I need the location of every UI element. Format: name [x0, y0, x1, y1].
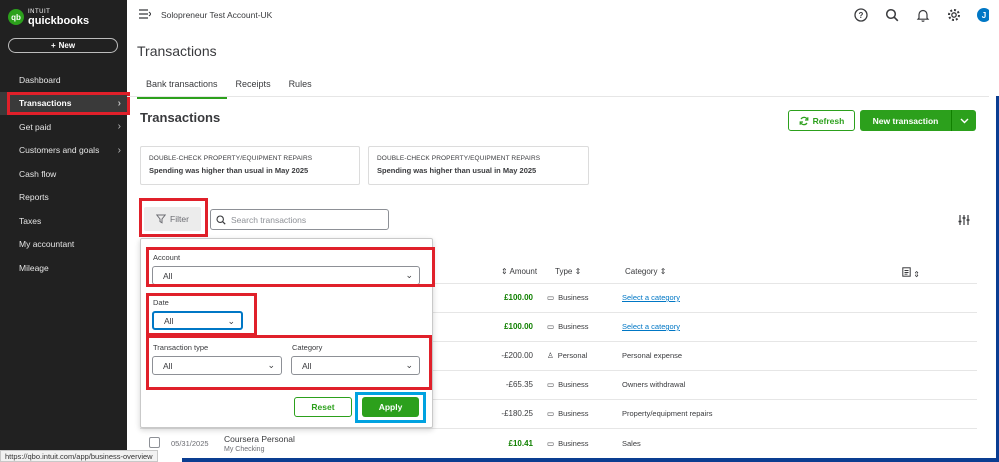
insight-card-subtitle: Spending was higher than usual in May 20…: [149, 166, 309, 175]
row-type: ▭ Business: [547, 380, 589, 389]
row-account: My Checking: [224, 446, 265, 453]
qb-logo-icon: qb: [8, 9, 24, 25]
chevron-right-icon: ›: [117, 121, 121, 132]
sidebar-item-my-accountant[interactable]: My accountant: [0, 233, 127, 257]
select-category-link[interactable]: Select a category: [622, 322, 680, 331]
column-header-amount[interactable]: ⇕ Amount: [501, 267, 537, 276]
top-bar: Solopreneur Test Account-UK ? J: [127, 0, 999, 32]
table-settings-icon[interactable]: [958, 214, 970, 229]
insight-card-title: DOUBLE-CHECK PROPERTY/EQUIPMENT REPAIRS: [149, 155, 313, 162]
row-description: Coursera Personal: [224, 434, 295, 444]
sort-icon: ⇕: [657, 267, 667, 276]
insight-card-title: DOUBLE-CHECK PROPERTY/EQUIPMENT REPAIRS: [377, 155, 541, 162]
sort-icon: ⇕: [913, 270, 920, 279]
tabs-divider: [127, 96, 989, 97]
briefcase-icon: ▭: [547, 409, 555, 418]
account-highlight: [146, 247, 435, 287]
sidebar-item-reports[interactable]: Reports: [0, 186, 127, 210]
new-button[interactable]: + New: [8, 38, 118, 53]
row-amount: £100.00: [504, 322, 533, 331]
briefcase-icon: ▭: [547, 322, 555, 331]
quickbooks-logo[interactable]: qb INTUIT quickbooks: [8, 8, 90, 27]
sidebar-nav: Dashboard Transactions › Get paid › Custom…: [0, 68, 130, 280]
insight-card-subtitle: Spending was higher than usual in May 20…: [377, 166, 537, 175]
bell-icon[interactable]: [915, 7, 931, 23]
column-header-type[interactable]: Type ⇕: [555, 267, 581, 276]
row-checkbox[interactable]: [149, 437, 160, 448]
row-divider: [140, 428, 977, 429]
row-category: Sales: [622, 439, 641, 448]
row-divider: [432, 370, 977, 371]
reset-button[interactable]: Reset: [294, 397, 352, 417]
sidebar-item-dashboard[interactable]: Dashboard: [0, 68, 127, 92]
company-name: Solopreneur Test Account-UK: [161, 10, 273, 20]
person-icon: ♙: [547, 351, 554, 360]
svg-text:?: ?: [859, 11, 864, 20]
sidebar-item-taxes[interactable]: Taxes: [0, 209, 127, 233]
search-placeholder: Search transactions: [231, 214, 307, 225]
new-transaction-button[interactable]: New transaction: [860, 110, 976, 131]
insight-card[interactable]: DOUBLE-CHECK PROPERTY/EQUIPMENT REPAIRS …: [140, 146, 360, 185]
search-input[interactable]: Search transactions: [210, 209, 389, 230]
filter-highlight: [139, 198, 208, 237]
chevron-down-icon[interactable]: [952, 110, 976, 131]
help-icon[interactable]: ?: [853, 7, 869, 23]
window-edge: [182, 458, 999, 462]
column-header-category[interactable]: Category ⇕: [625, 267, 666, 276]
column-header-notes[interactable]: ⇕: [902, 267, 920, 279]
section-title: Transactions: [140, 110, 221, 125]
row-type: ♙ Personal: [547, 351, 588, 360]
row-category: Personal expense: [622, 351, 683, 360]
type-category-highlight: [146, 335, 432, 390]
document-icon: [902, 267, 911, 277]
logo-quickbooks-text: quickbooks: [28, 15, 90, 27]
row-type: ▭ Business: [547, 293, 589, 302]
row-amount: -£65.35: [505, 380, 533, 389]
briefcase-icon: ▭: [547, 439, 555, 448]
sidebar-item-transactions[interactable]: Transactions ›: [0, 91, 130, 115]
page-title: Transactions: [137, 43, 217, 59]
row-type: ▭ Business: [547, 439, 589, 448]
row-type: ▭ Business: [547, 322, 589, 331]
row-divider: [432, 399, 977, 400]
sidebar-item-cash-flow[interactable]: Cash flow: [0, 162, 127, 186]
row-category: Owners withdrawal: [622, 380, 686, 389]
briefcase-icon: ▭: [547, 380, 555, 389]
row-divider: [432, 283, 977, 284]
row-type: ▭ Business: [547, 409, 589, 418]
briefcase-icon: ▭: [547, 293, 555, 302]
menu-toggle-icon[interactable]: [139, 9, 152, 22]
row-amount: -£200.00: [501, 351, 533, 360]
chevron-right-icon: ›: [117, 144, 121, 156]
sidebar-item-get-paid[interactable]: Get paid ›: [0, 115, 127, 139]
sidebar: qb INTUIT quickbooks + New Dashboard Tra…: [0, 0, 130, 462]
row-date: 05/31/2025: [171, 439, 209, 448]
status-url: https://qbo.intuit.com/app/business-over…: [0, 450, 158, 462]
row-category: Property/equipment repairs: [622, 409, 713, 418]
select-category-link[interactable]: Select a category: [622, 293, 680, 302]
sort-icon: ⇕: [572, 267, 582, 276]
sidebar-item-customers-and-goals[interactable]: Customers and goals ›: [0, 139, 127, 163]
chevron-right-icon: ›: [117, 97, 121, 109]
row-divider: [432, 312, 977, 313]
row-amount: £10.41: [508, 439, 533, 448]
gear-icon[interactable]: [946, 7, 962, 23]
search-icon[interactable]: [884, 7, 900, 23]
apply-button[interactable]: Apply: [362, 397, 419, 417]
date-highlight: [146, 293, 257, 336]
refresh-button[interactable]: Refresh: [788, 110, 855, 131]
row-divider: [432, 341, 977, 342]
search-icon: [216, 214, 226, 225]
insight-card[interactable]: DOUBLE-CHECK PROPERTY/EQUIPMENT REPAIRS …: [368, 146, 589, 185]
row-amount: -£180.25: [501, 409, 533, 418]
row-amount: £100.00: [504, 293, 533, 302]
plus-icon: +: [50, 41, 56, 50]
refresh-icon: [799, 116, 809, 125]
sidebar-item-mileage[interactable]: Mileage: [0, 256, 127, 280]
